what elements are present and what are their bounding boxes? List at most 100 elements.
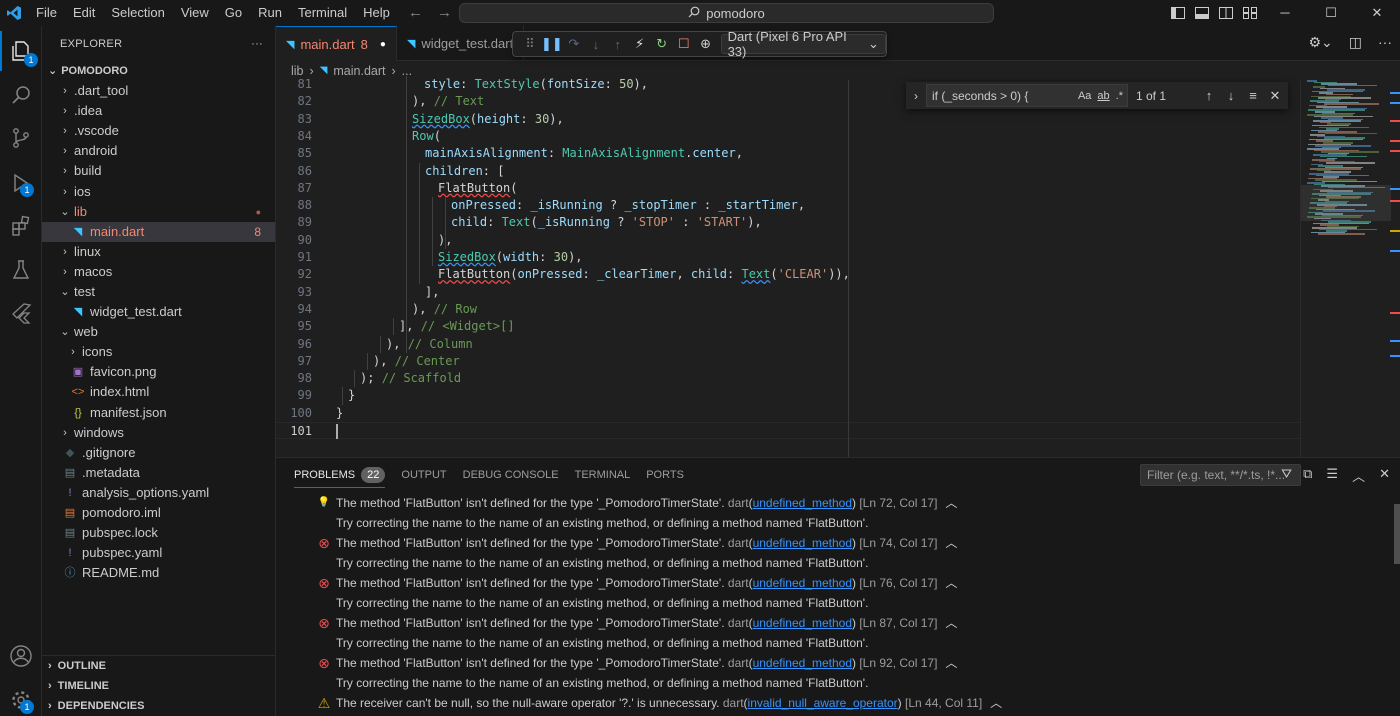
run-debug-dropdown-icon[interactable]: ⚙⌄ [1308, 34, 1332, 51]
device-selector[interactable]: Dart (Pixel 6 Pro API 33) ⌄ [720, 29, 886, 59]
command-center-search[interactable]: pomodoro [459, 3, 994, 23]
close-panel-icon[interactable]: ✕ [1379, 466, 1390, 485]
folder-macos[interactable]: › macos [42, 262, 275, 282]
more-actions-icon[interactable]: ··· [251, 38, 263, 50]
maximize-panel-icon[interactable]: ︿ [1352, 466, 1365, 485]
toggle-primary-sidebar-icon[interactable] [1166, 7, 1190, 19]
maximize-button[interactable]: ☐ [1308, 0, 1354, 26]
folder-icons[interactable]: › icons [42, 342, 275, 362]
flutter-icon[interactable] [0, 293, 42, 333]
accounts-icon[interactable] [0, 636, 42, 676]
folder-test[interactable]: ⌄ test [42, 282, 275, 302]
problem-row[interactable]: ⊗ The method 'FlatButton' isn't defined f… [276, 573, 1390, 593]
step-out-icon[interactable]: ↑ [607, 37, 629, 52]
problem-row[interactable]: ⚠ The receiver can't be null, so the null… [276, 693, 1390, 713]
pause-icon[interactable]: ❚❚ [541, 36, 563, 52]
file-pomodoro.iml[interactable]: ▤ pomodoro.iml [42, 503, 275, 523]
file-main.dart[interactable]: ◥ main.dart 8 [42, 221, 275, 242]
collapse-chevron-icon[interactable]: ︿ [945, 496, 957, 510]
file-widget_test.dart[interactable]: ◥ widget_test.dart [42, 302, 275, 322]
menu-run[interactable]: Run [250, 0, 290, 26]
menu-view[interactable]: View [173, 0, 217, 26]
section-outline[interactable]: › OUTLINE [42, 656, 276, 676]
filter-funnel-icon[interactable]: ⛛ [1281, 466, 1292, 482]
customize-layout-icon[interactable] [1238, 7, 1262, 19]
search-view-icon[interactable] [0, 75, 42, 115]
panel-tab-ports[interactable]: PORTS [638, 458, 692, 492]
section-dependencies[interactable]: › DEPENDENCIES [42, 696, 276, 716]
find-input[interactable]: if (_seconds > 0) { Aa ab .* [926, 84, 1128, 107]
file-favicon.png[interactable]: ▣ favicon.png [42, 362, 275, 382]
run-and-debug-icon[interactable]: 1 [0, 163, 42, 203]
minimap-viewport[interactable] [1301, 185, 1391, 221]
menu-selection[interactable]: Selection [103, 0, 172, 26]
section-timeline[interactable]: › TIMELINE [42, 676, 276, 696]
menu-help[interactable]: Help [355, 0, 398, 26]
unsaved-dot-icon[interactable]: ● [380, 39, 386, 50]
view-as-list-icon[interactable]: ☰ [1326, 466, 1338, 485]
settings-gear-icon[interactable]: 1 [0, 680, 42, 716]
collapse-chevron-icon[interactable]: ︿ [945, 536, 957, 550]
match-whole-word-toggle[interactable]: ab [1097, 90, 1109, 102]
folder-build[interactable]: › build [42, 161, 275, 181]
menu-edit[interactable]: Edit [65, 0, 103, 26]
problem-code-link[interactable]: undefined_method [753, 496, 852, 510]
collapse-chevron-icon[interactable]: ︿ [990, 696, 1002, 710]
collapse-all-icon[interactable]: ⧉ [1303, 466, 1312, 485]
folder-dart_tool[interactable]: › .dart_tool [42, 81, 275, 101]
folder-windows[interactable]: › windows [42, 423, 275, 443]
explorer-icon[interactable]: 1 [0, 31, 42, 71]
problem-code-link[interactable]: undefined_method [753, 536, 852, 550]
minimize-button[interactable]: ─ [1262, 0, 1308, 26]
folder-ios[interactable]: › ios [42, 181, 275, 201]
code-editor[interactable]: 81 style: TextStyle(fontSize: 50), 82), //… [276, 76, 1300, 457]
menu-file[interactable]: File [28, 0, 65, 26]
problem-row[interactable]: ⊗ The method 'FlatButton' isn't defined f… [276, 533, 1390, 553]
problem-code-link[interactable]: invalid_null_aware_operator [748, 696, 898, 710]
problem-code-link[interactable]: undefined_method [753, 576, 852, 590]
file-analysis_options.yaml[interactable]: ! analysis_options.yaml [42, 483, 275, 503]
collapse-chevron-icon[interactable]: ︿ [945, 576, 957, 590]
next-match-icon[interactable]: ↓ [1220, 88, 1242, 103]
folder-lib[interactable]: ⌄ lib ● [42, 202, 275, 222]
problem-code-link[interactable]: undefined_method [753, 616, 852, 630]
lightbulb-icon[interactable]: 💡 [316, 493, 332, 513]
panel-scrollbar[interactable] [1394, 504, 1400, 564]
file-manifest.json[interactable]: {} manifest.json [42, 403, 275, 423]
stop-icon[interactable]: ☐ [673, 36, 695, 52]
inspect-widget-icon[interactable]: ⊕ [695, 36, 717, 52]
previous-match-icon[interactable]: ↑ [1198, 88, 1220, 103]
step-into-icon[interactable]: ↓ [585, 37, 607, 52]
source-control-icon[interactable] [0, 118, 42, 158]
close-window-button[interactable]: ✕ [1354, 0, 1400, 26]
menu-terminal[interactable]: Terminal [290, 0, 355, 26]
panel-tab-output[interactable]: OUTPUT [393, 458, 454, 492]
match-case-toggle[interactable]: Aa [1078, 90, 1091, 102]
file-.gitignore[interactable]: ◆ .gitignore [42, 443, 275, 463]
folder-linux[interactable]: › linux [42, 242, 275, 262]
collapse-chevron-icon[interactable]: ︿ [945, 616, 957, 630]
problems-filter-input[interactable]: Filter (e.g. text, **/*.ts, !*... [1140, 464, 1301, 486]
folder-idea[interactable]: › .idea [42, 101, 275, 121]
collapse-chevron-icon[interactable]: ︿ [945, 656, 957, 670]
toggle-secondary-sidebar-icon[interactable] [1214, 7, 1238, 19]
problem-row[interactable]: 💡 The method 'FlatButton' isn't defined f… [276, 493, 1390, 513]
find-in-selection-icon[interactable]: ≡ [1242, 88, 1264, 103]
problem-row[interactable]: ⊗ The method 'FlatButton' isn't defined f… [276, 653, 1390, 673]
more-editor-actions-icon[interactable]: ··· [1378, 34, 1392, 51]
workspace-root[interactable]: ⌄ POMODORO [42, 61, 275, 81]
tab-widget-test-dart[interactable]: ◥ widget_test.dart [397, 26, 525, 61]
file-.metadata[interactable]: ▤ .metadata [42, 463, 275, 483]
close-find-icon[interactable]: ✕ [1264, 88, 1286, 104]
drag-handle-icon[interactable]: ⠿ [519, 36, 541, 52]
file-README.md[interactable]: ⓘ README.md [42, 563, 275, 583]
panel-tab-terminal[interactable]: TERMINAL [567, 458, 639, 492]
extensions-icon[interactable] [0, 206, 42, 246]
forward-arrow-icon[interactable]: → [437, 0, 452, 26]
menu-go[interactable]: Go [217, 0, 250, 26]
regex-toggle[interactable]: .* [1116, 90, 1123, 102]
folder-android[interactable]: › android [42, 141, 275, 161]
tab-main-dart[interactable]: ◥ main.dart 8 ● [276, 26, 397, 61]
restart-icon[interactable]: ↻ [651, 36, 673, 52]
back-arrow-icon[interactable]: ← [408, 0, 423, 26]
